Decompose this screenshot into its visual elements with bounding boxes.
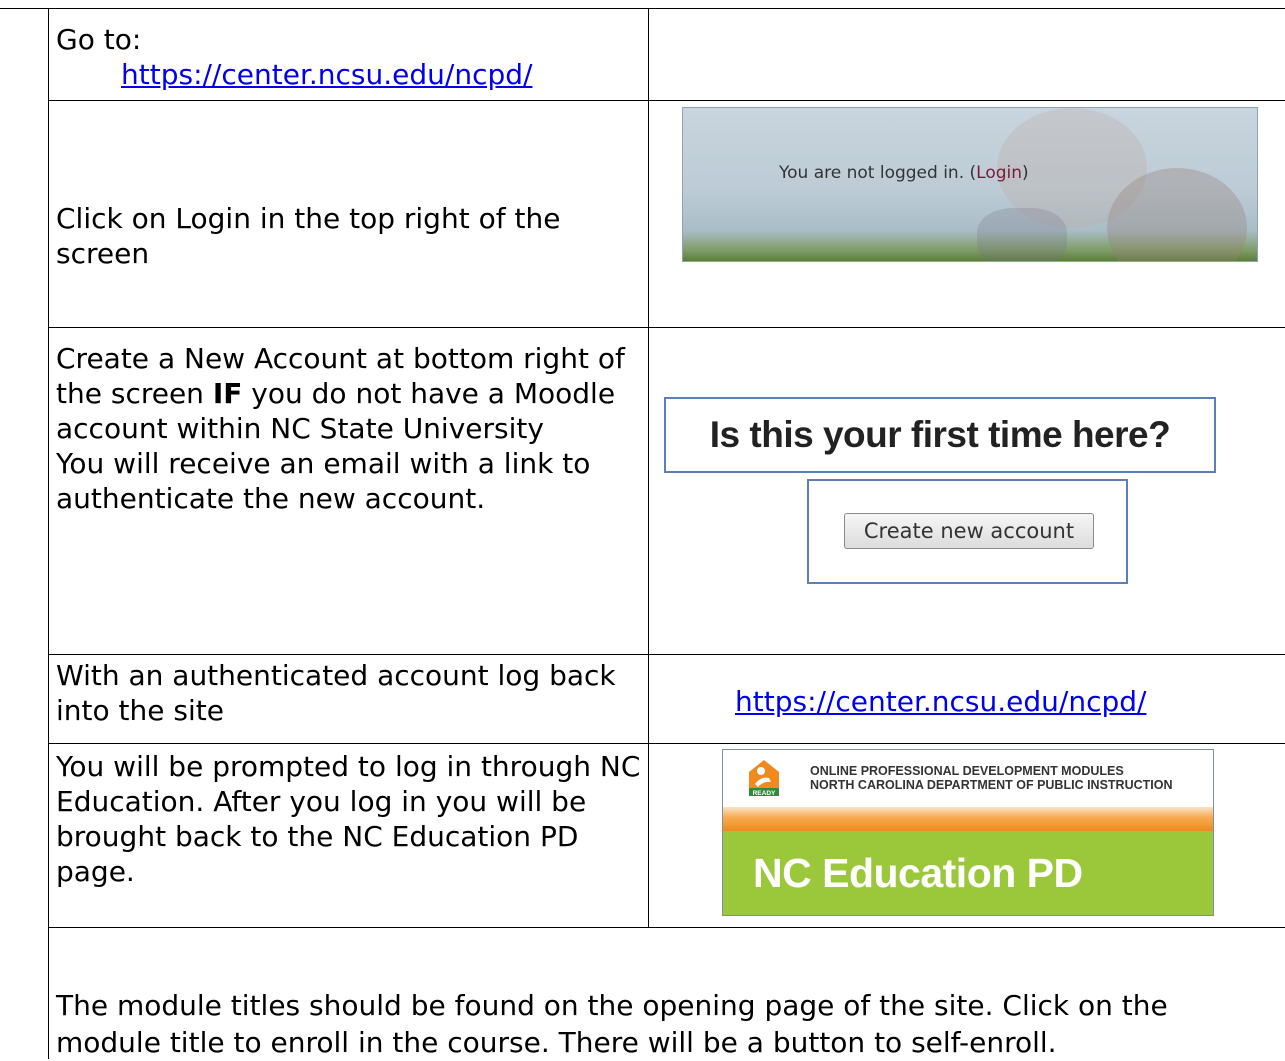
row-divider bbox=[0, 8, 1285, 9]
site-link-2[interactable]: https://center.ncsu.edu/ncpd/ bbox=[735, 685, 1146, 718]
step3-note: You will receive an email with a link to… bbox=[56, 447, 591, 515]
step5-instruction: You will be prompted to log in through N… bbox=[56, 750, 641, 888]
instruction-table: Go to: https://center.ncsu.edu/ncpd/ Cli… bbox=[0, 0, 1285, 1059]
step4-instruction: With an authenticated account log back i… bbox=[56, 659, 616, 727]
create-new-account-button[interactable]: Create new account bbox=[844, 513, 1094, 549]
banner-org-text: ONLINE PROFESSIONAL DEVELOPMENT MODULES … bbox=[810, 764, 1173, 792]
emphasis-if: IF bbox=[212, 377, 243, 410]
nc-education-banner: READY ONLINE PROFESSIONAL DEVELOPMENT MO… bbox=[722, 749, 1214, 916]
step3-instruction: Create a New Account at bottom right of … bbox=[56, 342, 625, 445]
first-time-heading: Is this your first time here? bbox=[664, 397, 1216, 473]
table-column-divider bbox=[648, 8, 649, 927]
ready-badge-text: READY bbox=[753, 790, 776, 797]
site-link[interactable]: https://center.ncsu.edu/ncpd/ bbox=[121, 58, 532, 91]
row-divider bbox=[48, 654, 1285, 655]
table-border-left bbox=[48, 8, 49, 1059]
row-divider bbox=[48, 327, 1285, 328]
create-account-box: Create new account bbox=[807, 479, 1128, 584]
login-screenshot: You are not logged in. (Login) bbox=[682, 107, 1258, 262]
banner-title: NC Education PD bbox=[753, 850, 1083, 896]
ready-house-icon: READY bbox=[749, 760, 779, 797]
row-divider bbox=[48, 743, 1285, 744]
step3-cell: Create a New Account at bottom right of … bbox=[56, 341, 631, 516]
login-status-text: You are not logged in. (Login) bbox=[779, 163, 1029, 183]
login-link[interactable]: Login bbox=[976, 163, 1022, 183]
row-divider bbox=[48, 927, 1285, 928]
goto-label: Go to: bbox=[56, 23, 142, 56]
step1-cell: Go to: https://center.ncsu.edu/ncpd/ bbox=[56, 22, 641, 92]
row-divider bbox=[48, 100, 1285, 101]
footer-text: The module titles should be found on the… bbox=[56, 989, 1168, 1059]
step2-instruction: Click on Login in the top right of the s… bbox=[56, 202, 561, 270]
